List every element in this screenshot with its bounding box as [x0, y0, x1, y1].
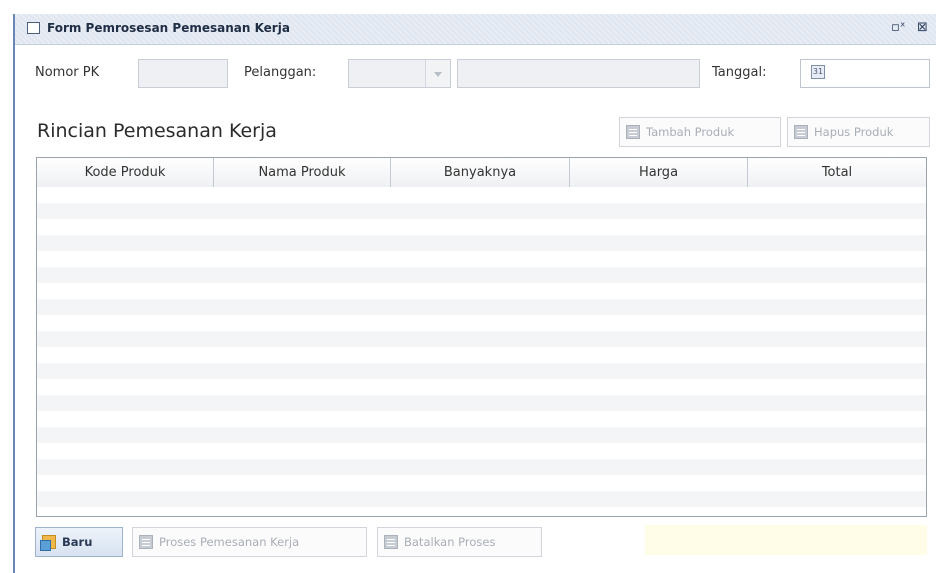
column-header[interactable]: Banyaknya [391, 158, 570, 187]
window-title: Form Pemrosesan Pemesanan Kerja [47, 21, 290, 35]
nomor-pk-label: Nomor PK [35, 65, 100, 80]
status-area [645, 525, 927, 555]
tanggal-field[interactable]: 31 [800, 59, 930, 88]
close-icon[interactable]: ⊠ [917, 20, 928, 35]
title-bar[interactable]: Form Pemrosesan Pemesanan Kerja ▫ˣ ⊠ [15, 14, 936, 45]
baru-button[interactable]: Baru [35, 527, 123, 557]
hapus-produk-label: Hapus Produk [814, 125, 894, 139]
proses-pemesanan-button[interactable]: Proses Pemesanan Kerja [132, 527, 367, 557]
tambah-produk-button[interactable]: Tambah Produk [619, 117, 781, 147]
tambah-produk-label: Tambah Produk [646, 125, 735, 139]
cancel-icon [384, 535, 398, 549]
hapus-produk-button[interactable]: Hapus Produk [787, 117, 930, 147]
process-icon [139, 535, 153, 549]
pelanggan-combo[interactable] [348, 59, 451, 88]
add-product-icon [626, 125, 640, 139]
restore-icon[interactable]: ▫ˣ [891, 20, 906, 35]
column-header[interactable]: Harga [570, 158, 748, 187]
proses-label: Proses Pemesanan Kerja [159, 535, 300, 549]
product-table[interactable]: Kode Produk Nama Produk Banyaknya Harga … [36, 157, 927, 517]
column-header[interactable]: Total [748, 158, 926, 187]
pelanggan-name-field[interactable] [457, 59, 700, 88]
chevron-down-icon[interactable] [425, 60, 450, 87]
table-body[interactable] [37, 187, 926, 516]
batalkan-proses-button[interactable]: Batalkan Proses [377, 527, 542, 557]
batalkan-label: Batalkan Proses [404, 535, 496, 549]
remove-product-icon [794, 125, 808, 139]
tanggal-label: Tanggal: [712, 65, 767, 80]
section-title: Rincian Pemesanan Kerja [37, 120, 277, 142]
new-icon [40, 535, 56, 551]
column-header[interactable]: Nama Produk [214, 158, 391, 187]
table-header: Kode Produk Nama Produk Banyaknya Harga … [37, 158, 926, 188]
window-icon [27, 22, 40, 34]
pelanggan-label: Pelanggan: [244, 65, 317, 80]
baru-label: Baru [62, 535, 93, 549]
internal-frame-window: Form Pemrosesan Pemesanan Kerja ▫ˣ ⊠ Nom… [13, 14, 936, 573]
nomor-pk-field[interactable] [138, 59, 228, 88]
calendar-icon[interactable]: 31 [811, 65, 825, 79]
column-header[interactable]: Kode Produk [37, 158, 214, 187]
